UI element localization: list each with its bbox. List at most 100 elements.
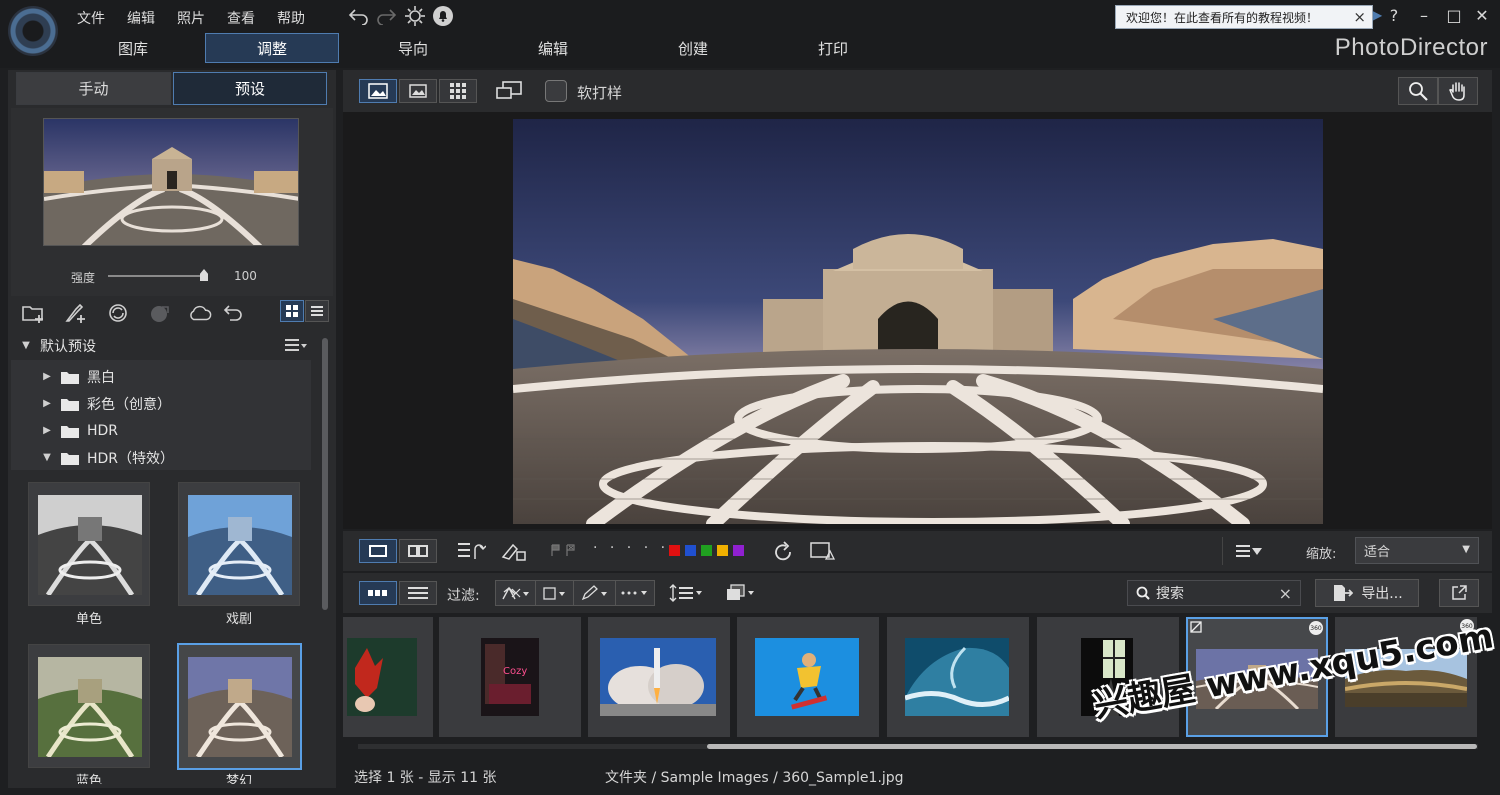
preset-card-dreamy-selected[interactable] xyxy=(177,643,302,770)
menu-help[interactable]: 帮助 xyxy=(277,8,305,27)
search-input[interactable]: 搜索 xyxy=(1156,583,1184,603)
color-label-red[interactable] xyxy=(669,545,680,556)
list-view-button[interactable] xyxy=(305,300,329,322)
second-display-icon[interactable] xyxy=(495,80,523,102)
before-after-view-button[interactable] xyxy=(399,79,437,103)
tree-item-bw[interactable]: ▶ 黑白 xyxy=(39,363,115,390)
clear-search-icon[interactable]: × xyxy=(1279,584,1292,603)
photo-viewer[interactable] xyxy=(343,112,1492,529)
sort-order-icon[interactable] xyxy=(669,584,705,602)
tab-adjust[interactable]: 调整 xyxy=(205,33,339,63)
softproof-checkbox[interactable] xyxy=(545,80,567,102)
folder-icon xyxy=(61,424,79,438)
sync-preset-icon[interactable] xyxy=(106,302,130,324)
tab-library[interactable]: 图库 xyxy=(63,33,203,63)
import-preset-folder-icon[interactable] xyxy=(22,302,46,324)
star-rating[interactable]: · · · · · xyxy=(593,540,669,556)
compare-layout-button[interactable] xyxy=(399,539,437,563)
color-labels[interactable] xyxy=(669,545,744,556)
pan-hand-tool-button[interactable] xyxy=(1438,77,1478,105)
stack-icon[interactable] xyxy=(725,583,755,603)
flag-icons[interactable] xyxy=(550,543,578,557)
menu-photo[interactable]: 照片 xyxy=(177,8,205,27)
menu-edit[interactable]: 编辑 xyxy=(127,8,155,27)
share-out-button[interactable] xyxy=(1439,579,1479,607)
share-preset-disabled-icon xyxy=(148,302,172,324)
grid-browser-view-button[interactable] xyxy=(439,79,477,103)
tab-print[interactable]: 打印 xyxy=(763,33,903,63)
color-label-yellow[interactable] xyxy=(717,545,728,556)
color-label-green[interactable] xyxy=(701,545,712,556)
menu-file[interactable]: 文件 xyxy=(77,8,105,27)
eraser-shape-icon[interactable] xyxy=(501,541,527,561)
undo-icon[interactable] xyxy=(348,7,370,25)
grid-view-button[interactable] xyxy=(280,300,304,322)
zoom-tool-button[interactable] xyxy=(1398,77,1438,105)
crop-auto-icon[interactable] xyxy=(810,541,836,561)
menu-view[interactable]: 查看 xyxy=(227,8,255,27)
export-label: 导出... xyxy=(1361,586,1403,602)
rotate-list-icon[interactable] xyxy=(458,541,486,561)
color-label-blue[interactable] xyxy=(685,545,696,556)
welcome-close-icon[interactable]: × xyxy=(1353,8,1366,26)
strength-slider-track[interactable] xyxy=(108,275,208,277)
expand-arrow-icon: ▶ xyxy=(43,398,51,409)
tab-edit[interactable]: 编辑 xyxy=(483,33,623,63)
film-thumb-leaf[interactable] xyxy=(343,617,433,737)
svg-text:Cozy: Cozy xyxy=(503,666,527,677)
tab-presets[interactable]: 预设 xyxy=(173,72,327,105)
help-button[interactable]: ? xyxy=(1380,3,1408,27)
export-button[interactable]: 导出... xyxy=(1315,579,1419,607)
sort-menu-icon[interactable] xyxy=(1236,544,1262,558)
notification-bell-icon[interactable] xyxy=(433,6,453,26)
minimize-button[interactable]: – xyxy=(1410,3,1438,27)
filmstrip-scroll-thumb[interactable] xyxy=(707,744,1477,749)
tree-item-label: HDR（特效） xyxy=(87,450,175,467)
zoom-dropdown[interactable]: 适合 ▼ xyxy=(1355,537,1479,564)
filmstrip-view-button[interactable] xyxy=(359,581,397,605)
preset-card-drama[interactable] xyxy=(178,482,300,606)
search-box[interactable]: 搜索 × xyxy=(1127,580,1301,606)
tab-create[interactable]: 创建 xyxy=(623,33,763,63)
preset-label-mono: 单色 xyxy=(75,612,102,627)
tab-manual[interactable]: 手动 xyxy=(16,72,171,105)
list-detail-view-button[interactable] xyxy=(399,581,437,605)
close-window-button[interactable]: ✕ xyxy=(1468,3,1496,27)
reset-preset-icon[interactable] xyxy=(222,302,246,324)
brand-title: PhotoDirector xyxy=(1334,34,1488,61)
film-thumb-skate[interactable] xyxy=(737,617,879,737)
main-photo-360[interactable] xyxy=(513,119,1323,524)
color-label-purple[interactable] xyxy=(733,545,744,556)
tree-item-color-creative[interactable]: ▶ 彩色（创意） xyxy=(39,390,171,417)
flag-filter-dropdown[interactable] xyxy=(496,581,536,605)
divider xyxy=(1222,537,1223,565)
tree-header-default-presets[interactable]: ▼ 默认预设 xyxy=(18,332,318,359)
settings-gear-icon[interactable] xyxy=(405,6,425,26)
collapse-arrow-icon: ▼ xyxy=(43,452,51,463)
preset-tree: ▶ 黑白 ▶ 彩色（创意） ▶ HDR ▼ HDR（特效） xyxy=(11,360,311,470)
tree-item-hdr-effects[interactable]: ▼ HDR（特效） xyxy=(39,444,174,471)
left-scrollbar[interactable] xyxy=(322,338,328,610)
more-filter-dropdown[interactable] xyxy=(616,581,654,605)
single-photo-layout-button[interactable] xyxy=(359,539,397,563)
tree-item-hdr[interactable]: ▶ HDR xyxy=(39,417,118,444)
film-thumb-neon[interactable]: Cozy xyxy=(439,617,581,737)
maximize-button[interactable]: □ xyxy=(1440,3,1468,27)
edit-filter-dropdown[interactable] xyxy=(574,581,616,605)
tab-guided[interactable]: 导向 xyxy=(343,33,483,63)
refresh-rotate-icon[interactable] xyxy=(772,541,794,563)
rating-filter-dropdown[interactable] xyxy=(536,581,574,605)
preset-card-mono[interactable] xyxy=(28,482,150,606)
new-preset-brush-icon[interactable] xyxy=(64,302,88,324)
welcome-tutorial-banner[interactable]: 欢迎您！在此查看所有的教程视频！ × xyxy=(1115,5,1373,29)
film-thumb-rocket[interactable] xyxy=(588,617,730,737)
tree-item-label: 彩色（创意） xyxy=(87,396,171,413)
single-view-button[interactable] xyxy=(359,79,397,103)
preset-thumbnail xyxy=(38,495,142,595)
expand-arrow-icon: ▶ xyxy=(43,371,51,382)
cloud-preset-icon[interactable] xyxy=(188,302,212,324)
redo-icon[interactable] xyxy=(375,7,397,25)
preset-card-blue[interactable] xyxy=(28,644,150,768)
tree-menu-icon[interactable] xyxy=(285,338,307,352)
film-thumb-wave[interactable] xyxy=(887,617,1029,737)
